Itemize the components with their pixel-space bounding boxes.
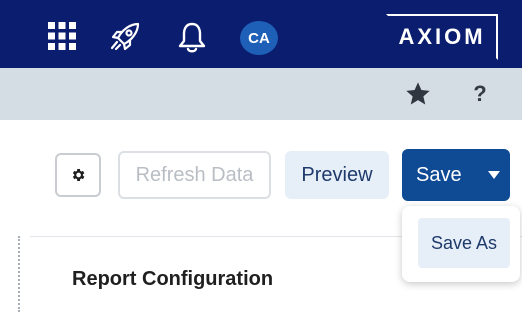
axiom-logo: AXIOM bbox=[386, 14, 498, 60]
refresh-data-button[interactable]: Refresh Data bbox=[118, 151, 271, 199]
gear-icon bbox=[72, 169, 85, 181]
top-nav-bar: CA AXIOM bbox=[0, 0, 522, 68]
star-icon[interactable] bbox=[404, 80, 432, 108]
apps-grid-icon[interactable] bbox=[48, 22, 76, 50]
rocket-icon[interactable] bbox=[108, 20, 142, 54]
preview-button[interactable]: Preview bbox=[285, 151, 389, 199]
user-avatar[interactable]: CA bbox=[240, 21, 278, 55]
caret-down-icon[interactable] bbox=[487, 169, 501, 181]
save-dropdown-menu: Save As bbox=[402, 206, 520, 282]
panel-resize-edge[interactable] bbox=[8, 236, 20, 312]
report-configuration-heading: Report Configuration bbox=[72, 268, 274, 290]
save-as-menu-item[interactable]: Save As bbox=[418, 218, 510, 268]
settings-button[interactable] bbox=[55, 153, 101, 197]
secondary-bar bbox=[0, 68, 522, 120]
save-button-label: Save bbox=[416, 163, 462, 186]
help-icon[interactable]: ? bbox=[470, 80, 490, 108]
bell-icon[interactable] bbox=[176, 20, 208, 54]
save-button[interactable]: Save bbox=[402, 149, 510, 201]
